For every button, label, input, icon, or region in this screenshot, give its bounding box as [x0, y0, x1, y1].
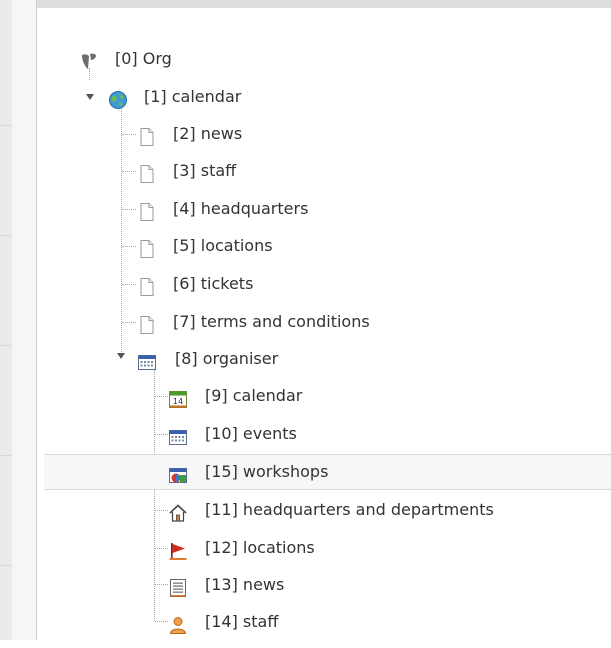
tree-node-label: [8] organiser — [175, 349, 279, 368]
tree-node-label: [9] calendar — [205, 386, 303, 405]
tree-node-label: [5] locations — [173, 236, 273, 255]
tree-node-label: [13] news — [205, 575, 285, 594]
tree-node-9-calendar[interactable]: 14 [9] calendar — [0, 378, 303, 414]
tree-node-label: [7] terms and conditions — [173, 312, 370, 331]
page-icon — [137, 236, 157, 258]
tree-node-11-headquarters-and-departments[interactable]: [11] headquarters and departments — [0, 492, 600, 528]
tree-node-label: [12] locations — [205, 538, 315, 557]
tree-node-13-news[interactable]: [13] news — [0, 567, 300, 603]
page-tree: [0] Org [1] calendar [2] news [3] staff … — [0, 0, 611, 640]
tree-node-label: [10] events — [205, 424, 297, 443]
page-icon — [137, 274, 157, 296]
tree-node-2-news[interactable]: [2] news — [0, 116, 300, 152]
tree-node-label: [2] news — [173, 124, 243, 143]
tree-node-label: [4] headquarters — [173, 199, 309, 218]
workshops-icon — [168, 462, 188, 483]
news-list-icon — [168, 575, 188, 597]
tree-node-1-calendar[interactable]: [1] calendar — [0, 79, 300, 115]
typo3-logo-icon — [79, 49, 99, 69]
calendar-grid-icon — [168, 424, 188, 445]
calendar-folder-icon — [137, 349, 157, 370]
house-icon — [168, 500, 188, 522]
tree-node-14-staff[interactable]: [14] staff — [0, 604, 300, 640]
page-icon — [137, 199, 157, 221]
tree-node-label: [15] workshops — [205, 462, 329, 481]
tree-node-6-tickets[interactable]: [6] tickets — [0, 266, 300, 302]
tree-node-0-org[interactable]: [0] Org — [0, 41, 300, 77]
tree-node-label: [0] Org — [115, 49, 172, 68]
tree-node-7-terms-and-conditions[interactable]: [7] terms and conditions — [0, 304, 370, 340]
tree-node-15-workshops[interactable]: [15] workshops — [44, 454, 611, 490]
globe-icon — [108, 87, 128, 109]
tree-node-label: [6] tickets — [173, 274, 254, 293]
tree-node-12-locations[interactable]: [12] locations — [0, 530, 315, 566]
tree-node-4-headquarters[interactable]: [4] headquarters — [0, 191, 308, 227]
page-icon — [137, 161, 157, 183]
tree-node-label: [11] headquarters and departments — [205, 500, 494, 519]
page-icon — [137, 312, 157, 334]
page-icon — [137, 124, 157, 146]
red-flag-icon — [168, 538, 188, 560]
calendar-day-number: 14 — [173, 397, 183, 406]
tree-node-label: [1] calendar — [144, 87, 242, 106]
calendar-14-icon: 14 — [168, 386, 188, 408]
tree-node-3-staff[interactable]: [3] staff — [0, 153, 300, 189]
tree-node-10-events[interactable]: [10] events — [0, 416, 300, 452]
tree-node-8-organiser[interactable]: [8] organiser — [0, 341, 300, 377]
tree-node-label: [14] staff — [205, 612, 279, 631]
tree-node-5-locations[interactable]: [5] locations — [0, 228, 300, 264]
tree-node-label: [3] staff — [173, 161, 237, 180]
person-icon — [168, 612, 188, 634]
